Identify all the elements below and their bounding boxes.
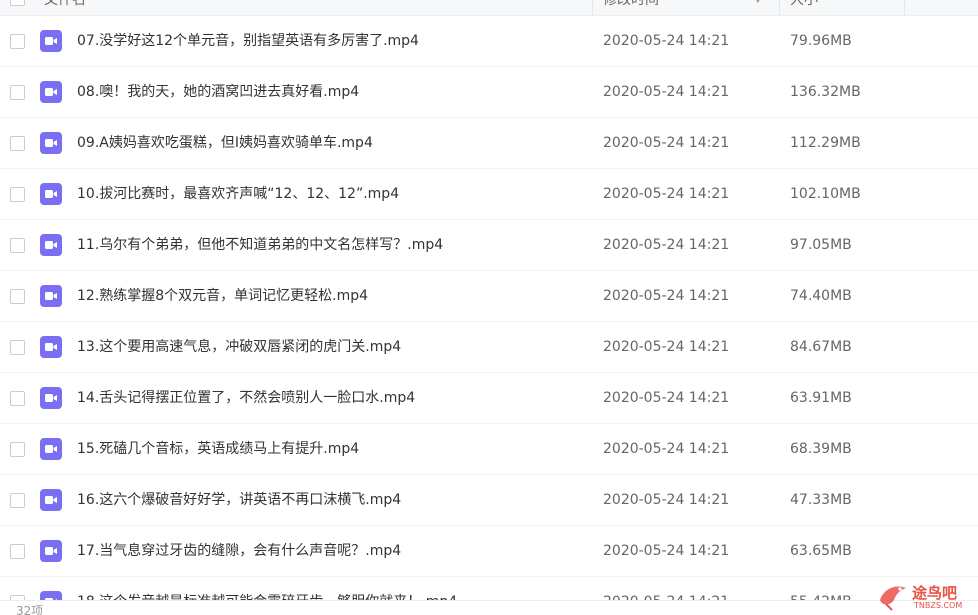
row-checkbox[interactable]: [10, 340, 25, 355]
file-name[interactable]: 14.舌头记得摆正位置了，不然会喷别人一脸口水.mp4: [77, 373, 415, 423]
video-file-icon: [40, 81, 62, 103]
file-name[interactable]: 10.拔河比赛时，最喜欢齐声喊“12、12、12”.mp4: [77, 169, 399, 219]
file-name[interactable]: 08.噢！我的天，她的酒窝凹进去真好看.mp4: [77, 67, 359, 117]
header-name[interactable]: 文件名: [44, 0, 86, 15]
table-row[interactable]: 09.A姨妈喜欢吃蛋糕，但I姨妈喜欢骑单车.mp4 2020-05-24 14:…: [0, 118, 978, 169]
file-name[interactable]: 13.这个要用高速气息，冲破双唇紧闭的虎门关.mp4: [77, 322, 401, 372]
video-file-icon: [40, 234, 62, 256]
video-file-icon: [40, 438, 62, 460]
table-row[interactable]: 17.当气息穿过牙齿的缝隙，会有什么声音呢？.mp4 2020-05-24 14…: [0, 526, 978, 577]
column-divider[interactable]: [779, 0, 780, 15]
file-size: 136.32MB: [790, 84, 861, 100]
file-size: 97.05MB: [790, 237, 852, 253]
header-date[interactable]: 修改时间: [603, 0, 659, 15]
item-count: 32项: [16, 604, 44, 615]
row-checkbox[interactable]: [10, 238, 25, 253]
status-bar: 32项: [0, 600, 978, 615]
file-size: 68.39MB: [790, 441, 852, 457]
row-checkbox[interactable]: [10, 391, 25, 406]
table-row[interactable]: 13.这个要用高速气息，冲破双唇紧闭的虎门关.mp4 2020-05-24 14…: [0, 322, 978, 373]
row-checkbox[interactable]: [10, 34, 25, 49]
file-date: 2020-05-24 14:21: [603, 84, 730, 100]
video-file-icon: [40, 30, 62, 52]
row-checkbox[interactable]: [10, 85, 25, 100]
watermark: 途鸟吧 TNBZS.COM: [876, 578, 976, 614]
file-size: 74.40MB: [790, 288, 852, 304]
file-date: 2020-05-24 14:21: [603, 186, 730, 202]
video-file-icon: [40, 183, 62, 205]
table-row[interactable]: 14.舌头记得摆正位置了，不然会喷别人一脸口水.mp4 2020-05-24 1…: [0, 373, 978, 424]
video-file-icon: [40, 132, 62, 154]
column-divider[interactable]: [592, 0, 593, 15]
column-divider[interactable]: [904, 0, 905, 15]
file-date: 2020-05-24 14:21: [603, 492, 730, 508]
file-size: 102.10MB: [790, 186, 861, 202]
bird-logo-icon: [880, 586, 906, 611]
file-date: 2020-05-24 14:21: [603, 543, 730, 559]
table-row[interactable]: 08.噢！我的天，她的酒窝凹进去真好看.mp4 2020-05-24 14:21…: [0, 67, 978, 118]
select-all-checkbox[interactable]: [10, 0, 25, 6]
video-file-icon: [40, 540, 62, 562]
table-row[interactable]: 16.这六个爆破音好好学，讲英语不再口沫横飞.mp4 2020-05-24 14…: [0, 475, 978, 526]
table-row[interactable]: 15.死磕几个音标，英语成绩马上有提升.mp4 2020-05-24 14:21…: [0, 424, 978, 475]
watermark-brand: 途鸟吧: [912, 584, 958, 602]
header-size[interactable]: 大小: [790, 0, 818, 15]
file-size: 47.33MB: [790, 492, 852, 508]
file-name[interactable]: 15.死磕几个音标，英语成绩马上有提升.mp4: [77, 424, 359, 474]
sort-down-icon[interactable]: ▼: [754, 0, 762, 15]
file-name[interactable]: 17.当气息穿过牙齿的缝隙，会有什么声音呢？.mp4: [77, 526, 401, 576]
row-checkbox[interactable]: [10, 442, 25, 457]
file-size: 112.29MB: [790, 135, 861, 151]
row-checkbox[interactable]: [10, 187, 25, 202]
table-row[interactable]: 10.拔河比赛时，最喜欢齐声喊“12、12、12”.mp4 2020-05-24…: [0, 169, 978, 220]
watermark-url: TNBZS.COM: [914, 601, 963, 610]
file-size: 79.96MB: [790, 33, 852, 49]
video-file-icon: [40, 387, 62, 409]
table-row[interactable]: 07.没学好这12个单元音，别指望英语有多厉害了.mp4 2020-05-24 …: [0, 16, 978, 67]
video-file-icon: [40, 285, 62, 307]
file-date: 2020-05-24 14:21: [603, 441, 730, 457]
file-name[interactable]: 07.没学好这12个单元音，别指望英语有多厉害了.mp4: [77, 16, 419, 66]
file-size: 63.91MB: [790, 390, 852, 406]
file-size: 84.67MB: [790, 339, 852, 355]
file-date: 2020-05-24 14:21: [603, 288, 730, 304]
file-name[interactable]: 16.这六个爆破音好好学，讲英语不再口沫横飞.mp4: [77, 475, 401, 525]
file-date: 2020-05-24 14:21: [603, 33, 730, 49]
file-date: 2020-05-24 14:21: [603, 339, 730, 355]
row-checkbox[interactable]: [10, 493, 25, 508]
row-checkbox[interactable]: [10, 544, 25, 559]
file-name[interactable]: 12.熟练掌握8个双元音，单词记忆更轻松.mp4: [77, 271, 368, 321]
video-file-icon: [40, 489, 62, 511]
row-checkbox[interactable]: [10, 289, 25, 304]
file-date: 2020-05-24 14:21: [603, 135, 730, 151]
table-row[interactable]: 12.熟练掌握8个双元音，单词记忆更轻松.mp4 2020-05-24 14:2…: [0, 271, 978, 322]
table-header: 文件名 修改时间 ▼ 大小: [0, 0, 978, 16]
file-list-view: 文件名 修改时间 ▼ 大小 07.没学好这12个单元音，别指望英语有多厉害了.m…: [0, 0, 978, 615]
table-row[interactable]: 11.乌尔有个弟弟，但他不知道弟弟的中文名怎样写？.mp4 2020-05-24…: [0, 220, 978, 271]
file-name[interactable]: 11.乌尔有个弟弟，但他不知道弟弟的中文名怎样写？.mp4: [77, 220, 443, 270]
file-size: 63.65MB: [790, 543, 852, 559]
file-rows: 07.没学好这12个单元音，别指望英语有多厉害了.mp4 2020-05-24 …: [0, 16, 978, 615]
file-date: 2020-05-24 14:21: [603, 237, 730, 253]
file-date: 2020-05-24 14:21: [603, 390, 730, 406]
file-name[interactable]: 09.A姨妈喜欢吃蛋糕，但I姨妈喜欢骑单车.mp4: [77, 118, 373, 168]
row-checkbox[interactable]: [10, 136, 25, 151]
video-file-icon: [40, 336, 62, 358]
